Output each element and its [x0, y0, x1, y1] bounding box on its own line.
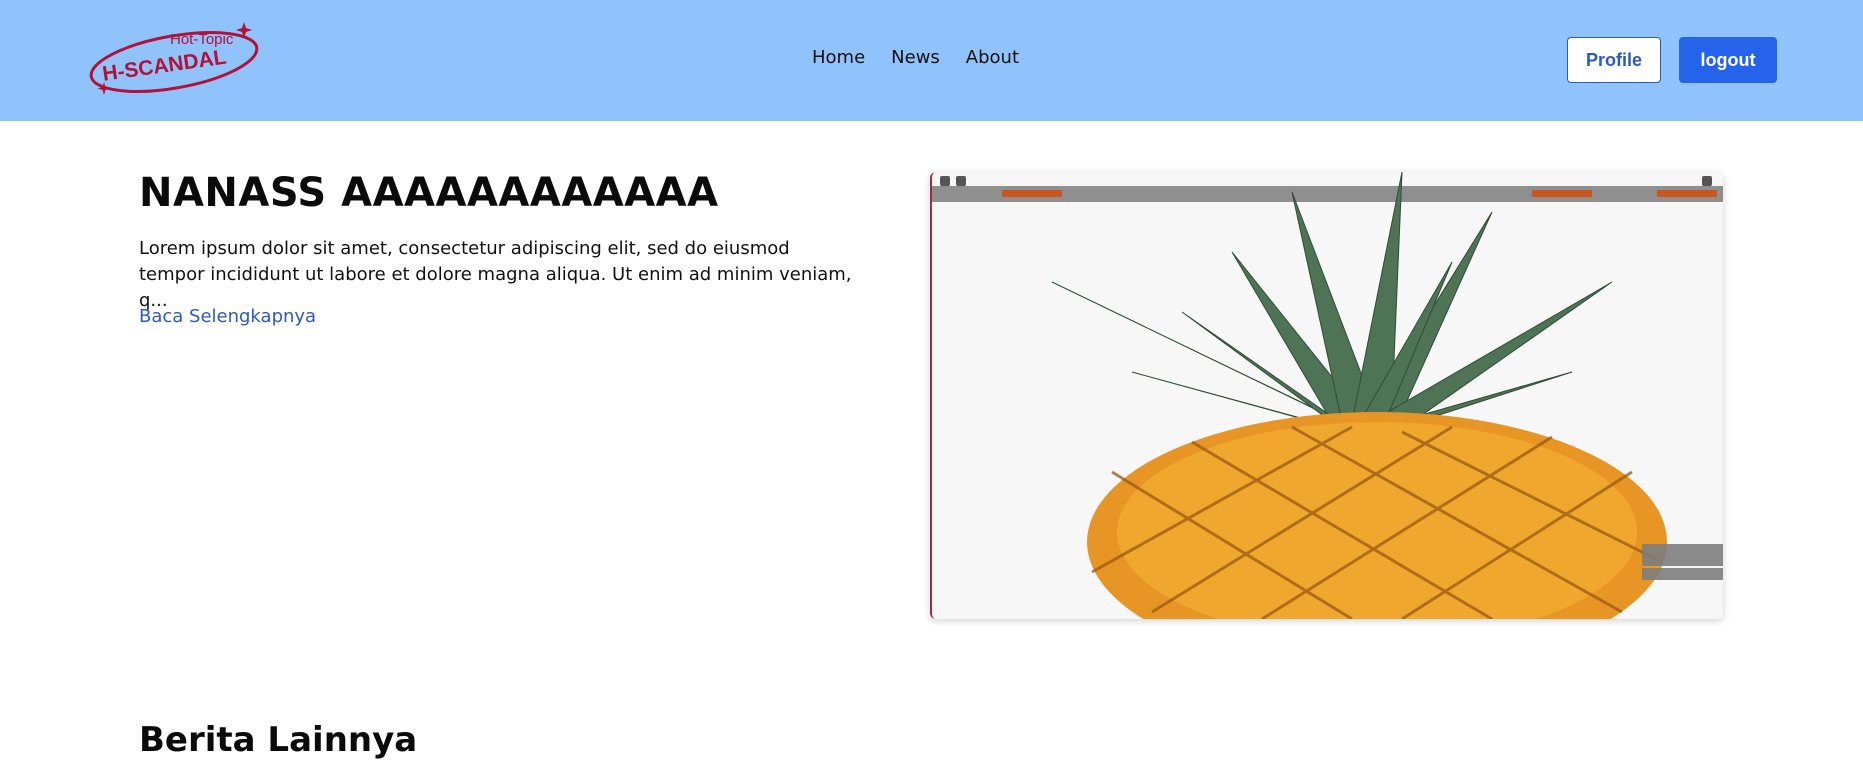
nav-news-link[interactable]: News — [891, 47, 940, 68]
read-more-link[interactable]: Baca Selengkapnya — [139, 306, 316, 327]
featured-article-image[interactable] — [930, 172, 1723, 619]
more-news-heading: Berita Lainnya — [139, 720, 418, 760]
nav-about-link[interactable]: About — [966, 47, 1019, 68]
featured-article-title: NANASS AAAAAAAAAAAA — [139, 170, 719, 216]
site-logo[interactable]: Hot-Topic H-SCANDAL — [86, 20, 262, 100]
featured-article-excerpt: Lorem ipsum dolor sit amet, consectetur … — [139, 238, 852, 311]
main-nav: Home News About — [812, 47, 1019, 68]
profile-button[interactable]: Profile — [1567, 37, 1661, 83]
logout-button[interactable]: logout — [1679, 37, 1777, 83]
navbar: Hot-Topic H-SCANDAL Home News About Prof… — [0, 0, 1863, 121]
logo-graphic: Hot-Topic H-SCANDAL — [89, 22, 259, 95]
pineapple-image — [932, 172, 1723, 619]
nav-home-link[interactable]: Home — [812, 47, 865, 68]
